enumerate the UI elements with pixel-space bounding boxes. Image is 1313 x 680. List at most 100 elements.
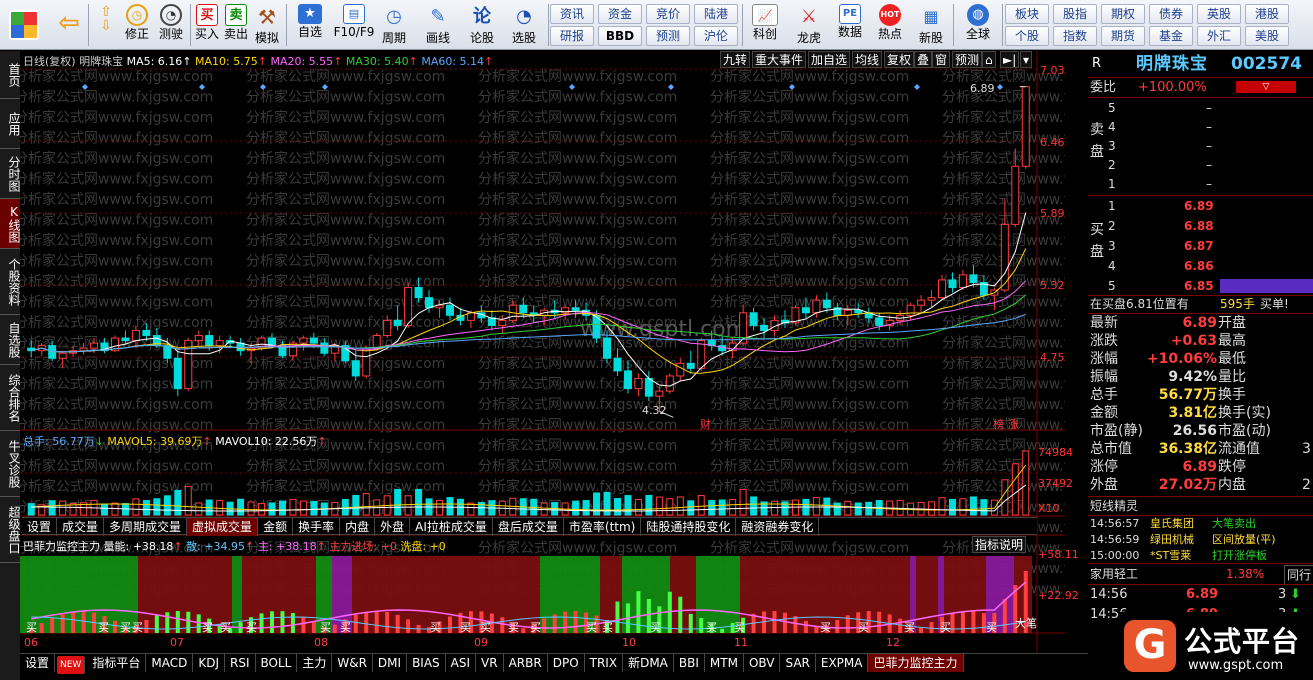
jingling-item[interactable]: 14:56:59 绿田机械 区间放量(平) <box>1088 532 1313 548</box>
individual-button[interactable]: 个股 <box>1005 26 1049 46</box>
nine-turn-button[interactable]: 九转 <box>720 51 751 68</box>
sell-level-row[interactable]: 5– <box>1088 99 1313 117</box>
bottom-tab-bbi[interactable]: BBI <box>674 654 705 672</box>
uk-stocks-button[interactable]: 英股 <box>1197 4 1241 24</box>
bottom-tab-expma[interactable]: EXPMA <box>816 654 869 672</box>
peers-button[interactable]: 同行 <box>1284 565 1313 585</box>
global-button[interactable]: ◍ 全球 <box>956 2 1000 48</box>
sell-level-row[interactable]: 2– <box>1088 156 1313 174</box>
bottom-tab-asi[interactable]: ASI <box>446 654 477 672</box>
mid-tab-multi-volume[interactable]: 多周期成交量 <box>104 518 188 536</box>
bottom-tab-vr[interactable]: VR <box>476 654 504 672</box>
mid-tab-ai-volume[interactable]: AI拉桩成交量 <box>410 518 493 536</box>
new-stock-button[interactable]: ▦ 新股 <box>912 2 950 48</box>
tab-home[interactable]: 首页 <box>0 51 21 99</box>
hotspot-button[interactable]: HOT 热点 <box>872 2 908 48</box>
add-watch-button[interactable]: 加自选 <box>808 51 851 68</box>
rank-tag[interactable]: 榜 <box>993 416 1004 432</box>
tab-stock-info[interactable]: 个股资料 <box>0 249 21 315</box>
bottom-tab-rsi[interactable]: RSI <box>225 654 256 672</box>
mid-tab-turnover[interactable]: 换手率 <box>293 518 341 536</box>
index-futures-button[interactable]: 股指 <box>1053 4 1097 24</box>
bottom-tab-buffett[interactable]: 巴菲力监控主力 <box>868 654 964 672</box>
timer-button[interactable]: ◔ 测驶 <box>154 2 188 48</box>
shanghai-london-button[interactable]: 沪伦 <box>694 26 738 46</box>
sell-button[interactable]: 卖 卖出 <box>222 2 250 48</box>
back-button[interactable]: ⇦ <box>52 2 86 48</box>
sector-button[interactable]: 板块 <box>1005 4 1049 24</box>
mid-tab-virtual-volume[interactable]: 虚拟成交量 <box>187 518 259 536</box>
menu-button[interactable] <box>4 2 44 48</box>
auction-button[interactable]: 竞价 <box>646 4 690 24</box>
stock-forum-button[interactable]: 论 论股 <box>464 2 500 48</box>
stock-select-button[interactable]: ◔ 选股 <box>504 2 544 48</box>
mid-tab-settings[interactable]: 设置 <box>22 518 58 536</box>
f10-button[interactable]: ▤ F10/F9 <box>332 2 376 48</box>
finance-tag[interactable]: 财 <box>700 416 711 432</box>
tab-apps[interactable]: 应用 <box>0 99 21 149</box>
tab-super-orderbook[interactable]: 超级盘口 <box>0 497 21 563</box>
mid-tab-outer[interactable]: 外盘 <box>375 518 411 536</box>
futures-button[interactable]: 期货 <box>1101 26 1145 46</box>
dropdown-icon[interactable]: ▾ <box>1020 51 1033 68</box>
bottom-tab-macd[interactable]: MACD <box>146 654 194 672</box>
mid-tab-margin[interactable]: 融资融券变化 <box>736 518 820 536</box>
predict-button[interactable]: 预测 <box>952 51 983 68</box>
tab-ranking[interactable]: 综合排名 <box>0 365 21 431</box>
indicator-explain-button[interactable]: 指标说明 <box>972 536 1027 553</box>
tab-watchlist[interactable]: 自选股 <box>0 315 21 365</box>
mid-tab-inner[interactable]: 内盘 <box>340 518 376 536</box>
lock-icon[interactable]: ⌂ <box>982 51 996 68</box>
jingling-item[interactable]: 15:00:00 *ST雪莱 打开涨停板 <box>1088 548 1313 564</box>
limit-up-tag[interactable]: 涨 <box>1008 416 1019 432</box>
mid-tab-pe-ttm[interactable]: 市盈率(ttm) <box>564 518 642 536</box>
mid-tab-hkconnect[interactable]: 陆股通持股变化 <box>641 518 737 536</box>
longhu-button[interactable]: ⚔ 龙虎 <box>790 2 828 48</box>
bottom-tab-kdj[interactable]: KDJ <box>193 654 225 672</box>
us-stocks-button[interactable]: 美股 <box>1245 26 1289 46</box>
fix-button[interactable]: ◷ 修正 <box>120 2 154 48</box>
kline-chart[interactable]: 分析家公式网www.fxjgsw.com 分析家公式网www.fxjgsw.com… <box>20 51 1065 654</box>
forex-button[interactable]: 外汇 <box>1197 26 1241 46</box>
funds-market-button[interactable]: 基金 <box>1149 26 1193 46</box>
bottom-tab-sar[interactable]: SAR <box>780 654 816 672</box>
major-events-button[interactable]: 重大事件 <box>752 51 807 68</box>
bottom-tab-boll[interactable]: BOLL <box>256 654 298 672</box>
jingling-item[interactable]: 14:56:57 皇氏集团 大笔卖出 <box>1088 516 1313 532</box>
connect-button[interactable]: 陆港 <box>694 4 738 24</box>
bottom-tab-mtm[interactable]: MTM <box>705 654 744 672</box>
sell-level-row[interactable]: 1– <box>1088 175 1313 193</box>
mid-tab-amount[interactable]: 金额 <box>258 518 294 536</box>
industry-row[interactable]: 家用轻工 1.38% 同行 <box>1088 565 1313 585</box>
tab-diagnosis[interactable]: 牛叉诊股 <box>0 431 21 497</box>
buy-button[interactable]: 买 买入 <box>193 2 221 48</box>
ma-button[interactable]: 均线 <box>852 51 883 68</box>
funds-button[interactable]: 资金 <box>598 4 642 24</box>
bottom-tab-new-dma[interactable]: 新DMA <box>623 654 674 672</box>
bottom-tab-indicator-platform[interactable]: 指标平台 <box>87 654 147 672</box>
hk-stocks-button[interactable]: 港股 <box>1245 4 1289 24</box>
kechuang-button[interactable]: 📈 科创 <box>746 2 784 48</box>
bonds-button[interactable]: 债券 <box>1149 4 1193 24</box>
draw-line-button[interactable]: ✎ 画线 <box>418 2 458 48</box>
sell-level-row[interactable]: 3– <box>1088 137 1313 155</box>
data-button[interactable]: PE 数据 <box>832 2 868 48</box>
window-button[interactable]: 窗 <box>932 51 951 68</box>
bottom-tab-main-force[interactable]: 主力 <box>297 654 333 672</box>
mid-tab-after-hours[interactable]: 盘后成交量 <box>493 518 564 536</box>
bottom-tab-bias[interactable]: BIAS <box>407 654 446 672</box>
index-button[interactable]: 指数 <box>1053 26 1097 46</box>
tab-kline[interactable]: K线图 <box>0 199 21 249</box>
play-icon[interactable]: ►| <box>1000 51 1020 68</box>
overlay-button[interactable]: 叠 <box>914 51 933 68</box>
bottom-tab-settings[interactable]: 设置 <box>20 654 56 672</box>
buy-level-row[interactable]: 4 6.86 <box>1088 257 1313 275</box>
buy-level-row[interactable]: 2 6.88 <box>1088 217 1313 235</box>
research-button[interactable]: 研报 <box>550 26 594 46</box>
bottom-tab-dmi[interactable]: DMI <box>373 654 408 672</box>
adjust-button[interactable]: 复权 <box>884 51 915 68</box>
tab-timeshare[interactable]: 分时图 <box>0 149 21 199</box>
sell-level-row[interactable]: 4– <box>1088 118 1313 136</box>
page-up-down-button[interactable]: ⇧ ⇩ <box>92 2 120 48</box>
collapse-icon[interactable]: ▽ <box>1236 81 1296 93</box>
